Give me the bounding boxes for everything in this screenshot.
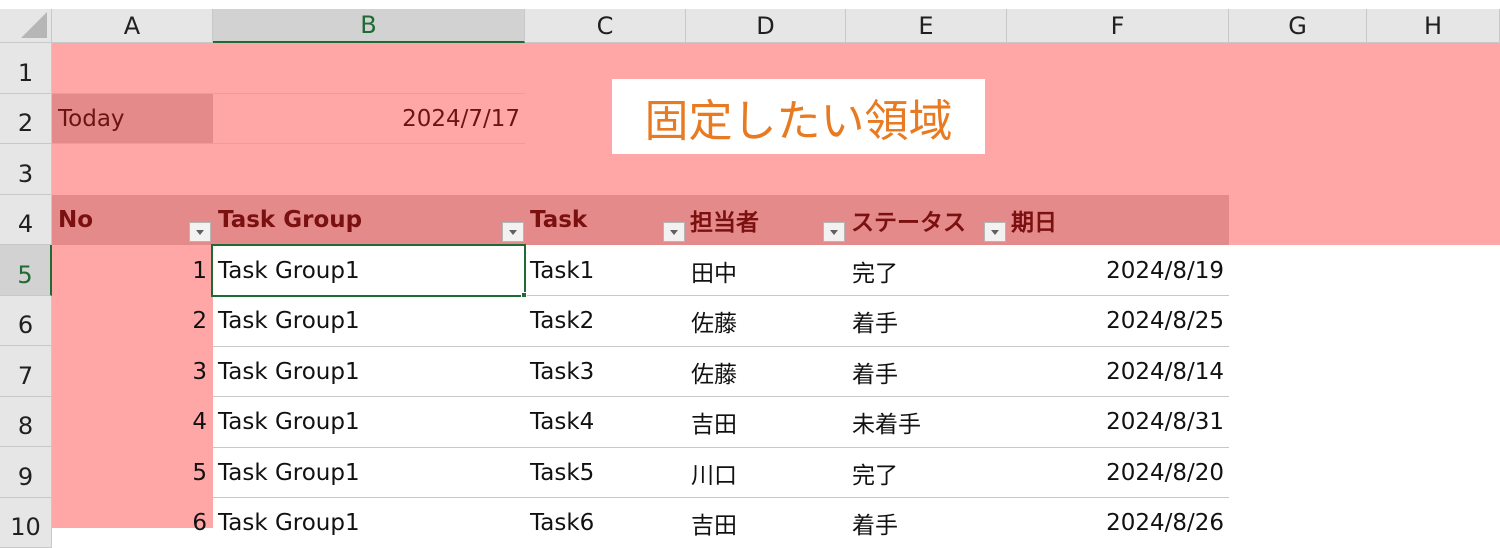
fill-handle[interactable] [521, 292, 527, 298]
cell-no[interactable]: 3 [52, 346, 207, 397]
cell-owner[interactable]: 吉田 [691, 498, 737, 548]
cell-task-group[interactable]: Task Group1 [218, 498, 360, 548]
row-header-8[interactable]: 8 [0, 397, 52, 447]
cell-due-date[interactable]: 2024/8/19 [1007, 245, 1224, 296]
cell-no[interactable]: 6 [52, 498, 207, 548]
cell-due-date[interactable]: 2024/8/25 [1007, 296, 1224, 346]
column-header-h[interactable]: H [1367, 9, 1500, 43]
cell-no[interactable]: 1 [52, 245, 207, 296]
filter-no-button[interactable] [189, 222, 211, 242]
today-label: Today [58, 106, 125, 132]
filter-task-group-button[interactable] [502, 222, 524, 242]
header-task: Task [530, 207, 588, 233]
filter-dropdown-icon [991, 229, 999, 235]
cell-due-date[interactable]: 2024/8/20 [1007, 447, 1224, 498]
row-header-2[interactable]: 2 [0, 94, 52, 144]
row-header-4[interactable]: 4 [0, 195, 52, 245]
cell-owner[interactable]: 佐藤 [691, 346, 737, 397]
cell-status[interactable]: 着手 [852, 346, 898, 397]
filter-status-button[interactable] [984, 222, 1006, 242]
cell-task[interactable]: Task2 [530, 296, 594, 346]
top-strip [0, 0, 1500, 9]
cell-due-date[interactable]: 2024/8/26 [1007, 498, 1224, 548]
cell-task[interactable]: Task5 [530, 447, 594, 498]
cell-owner[interactable]: 田中 [691, 245, 737, 296]
header-due-date: 期日 [1011, 210, 1057, 236]
cell-task-group[interactable]: Task Group1 [218, 346, 360, 397]
row-header-6[interactable]: 6 [0, 296, 52, 346]
active-cell-selection[interactable] [211, 244, 526, 297]
column-header-d[interactable]: D [686, 9, 846, 43]
header-owner: 担当者 [690, 210, 759, 236]
row-header-9[interactable]: 9 [0, 447, 52, 498]
filter-dropdown-icon [830, 229, 838, 235]
cell-status[interactable]: 未着手 [852, 397, 921, 447]
filter-dropdown-icon [509, 229, 517, 235]
today-date-cell[interactable]: 2024/7/17 [213, 94, 520, 144]
cell-status[interactable]: 完了 [852, 245, 898, 296]
column-header-a[interactable]: A [52, 9, 213, 43]
cell-task[interactable]: Task3 [530, 346, 594, 397]
filter-task-button[interactable] [663, 222, 685, 242]
column-header-b[interactable]: B [213, 9, 525, 43]
column-header-f[interactable]: F [1007, 9, 1229, 43]
cell-no[interactable]: 4 [52, 397, 207, 447]
row-header-3[interactable]: 3 [0, 144, 52, 195]
column-header-g[interactable]: G [1229, 9, 1367, 43]
cell-no[interactable]: 5 [52, 447, 207, 498]
row-header-1[interactable]: 1 [0, 43, 52, 94]
header-task-group: Task Group [218, 207, 363, 233]
row-header-10[interactable]: 10 [0, 498, 52, 548]
select-all-icon [21, 12, 47, 38]
cell-due-date[interactable]: 2024/8/31 [1007, 397, 1224, 447]
cell-task[interactable]: Task1 [530, 245, 594, 296]
cell-due-date[interactable]: 2024/8/14 [1007, 346, 1224, 397]
header-no: No [58, 207, 94, 233]
filter-owner-button[interactable] [823, 222, 845, 242]
filter-dropdown-icon [196, 229, 204, 235]
cell-owner[interactable]: 川口 [691, 447, 737, 498]
column-header-c[interactable]: C [525, 9, 686, 43]
cell-owner[interactable]: 吉田 [691, 397, 737, 447]
cell-owner[interactable]: 佐藤 [691, 296, 737, 346]
filter-dropdown-icon [670, 229, 678, 235]
cell-task-group[interactable]: Task Group1 [218, 397, 360, 447]
row-header-5[interactable]: 5 [0, 245, 52, 296]
cell-status[interactable]: 着手 [852, 296, 898, 346]
cell-task-group[interactable]: Task Group1 [218, 447, 360, 498]
cell-task[interactable]: Task6 [530, 498, 594, 548]
cell-status[interactable]: 完了 [852, 447, 898, 498]
column-header-e[interactable]: E [846, 9, 1007, 43]
cell-status[interactable]: 着手 [852, 498, 898, 548]
row-header-7[interactable]: 7 [0, 346, 52, 397]
cell-task-group[interactable]: Task Group1 [218, 296, 360, 346]
header-status: ステータス [851, 210, 966, 236]
select-all-corner[interactable] [0, 9, 52, 43]
cell-task[interactable]: Task4 [530, 397, 594, 447]
cell-no[interactable]: 2 [52, 296, 207, 346]
frozen-area-callout: 固定したい領域 [612, 79, 985, 154]
